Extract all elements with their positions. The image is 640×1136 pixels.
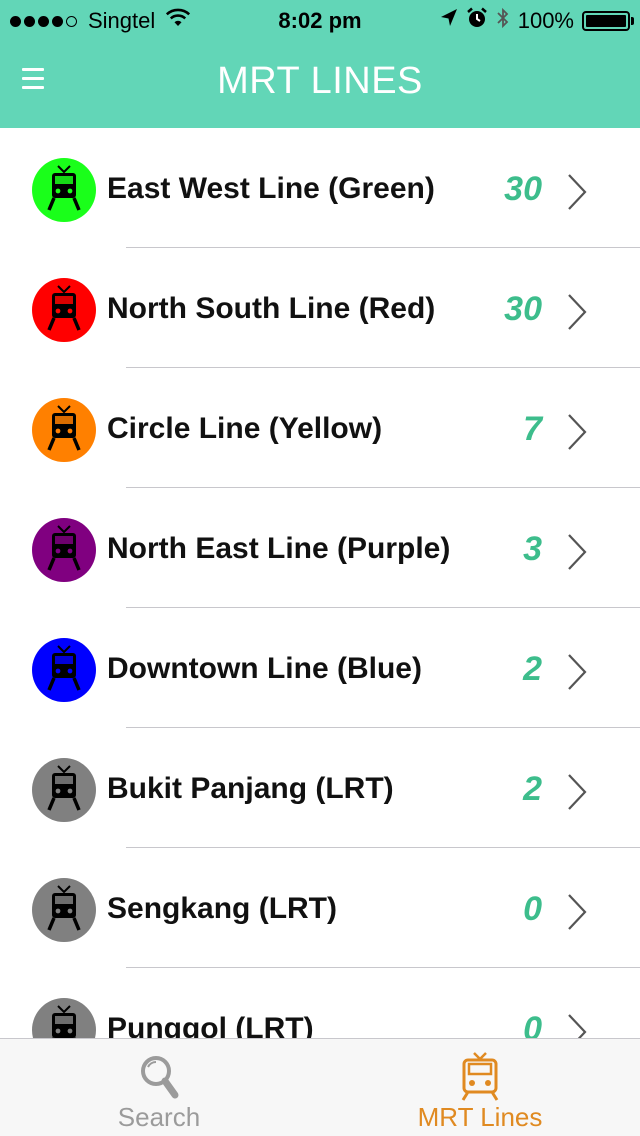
train-icon [32,758,96,822]
line-name: Sengkang (LRT) [107,892,337,925]
line-row[interactable]: Punggol (LRT) 0 [0,968,640,1038]
bluetooth-icon [496,7,510,35]
line-row[interactable]: Circle Line (Yellow) 7 [0,368,640,488]
nav-bar: MRT LINES [0,40,640,128]
app-screen: Singtel 8:02 pm 100% MRT LINES East West… [0,0,640,1136]
station-count: 0 [523,890,542,928]
battery-icon [582,11,634,31]
train-icon [32,398,96,462]
tab-bar: Search MRT Lines [0,1038,640,1136]
search-icon [132,1051,188,1106]
line-name: North East Line (Purple) [107,532,451,565]
line-row[interactable]: Downtown Line (Blue) 2 [0,608,640,728]
train-icon [458,1051,502,1106]
line-name: Circle Line (Yellow) [107,412,383,445]
mrt-line-list: East West Line (Green) 30 North South Line… [0,128,640,1038]
line-name: Bukit Panjang (LRT) [107,772,394,805]
train-icon [32,638,96,702]
station-count: 30 [504,170,542,208]
location-arrow-icon [440,8,458,34]
line-name: North South Line (Red) [107,292,436,325]
line-row[interactable]: East West Line (Green) 30 [0,128,640,248]
line-name: Punggol (LRT) [107,1012,314,1038]
line-row[interactable]: North East Line (Purple) 3 [0,488,640,608]
tab-mrt-lines[interactable]: MRT Lines [320,1039,640,1136]
station-count: 30 [504,290,542,328]
header: Singtel 8:02 pm 100% MRT LINES [0,0,640,128]
chevron-right-icon [566,1012,588,1038]
alarm-clock-icon [466,7,488,35]
train-icon [32,878,96,942]
station-count: 0 [523,1010,542,1038]
line-row[interactable]: North South Line (Red) 30 [0,248,640,368]
chevron-right-icon [566,172,588,212]
train-icon [32,158,96,222]
chevron-right-icon [566,292,588,332]
line-row[interactable]: Sengkang (LRT) 0 [0,848,640,968]
station-count: 3 [523,530,542,568]
battery-percent: 100% [517,8,574,33]
chevron-right-icon [566,772,588,812]
line-row[interactable]: Bukit Panjang (LRT) 2 [0,728,640,848]
station-count: 2 [523,650,542,688]
tab-mrt-lines-label: MRT Lines [417,1102,543,1132]
tab-search[interactable]: Search [0,1039,320,1136]
station-count: 2 [523,770,542,808]
status-bar: Singtel 8:02 pm 100% [0,0,640,40]
chevron-right-icon [566,532,588,572]
train-icon [32,998,96,1038]
chevron-right-icon [566,652,588,692]
chevron-right-icon [566,412,588,452]
chevron-right-icon [566,892,588,932]
station-count: 7 [523,410,542,448]
status-right: 100% [432,7,634,35]
train-icon [32,278,96,342]
line-name: Downtown Line (Blue) [107,652,422,685]
tab-search-label: Search [117,1102,201,1132]
page-title: MRT LINES [217,60,423,102]
line-name: East West Line (Green) [107,172,435,205]
train-icon [32,518,96,582]
